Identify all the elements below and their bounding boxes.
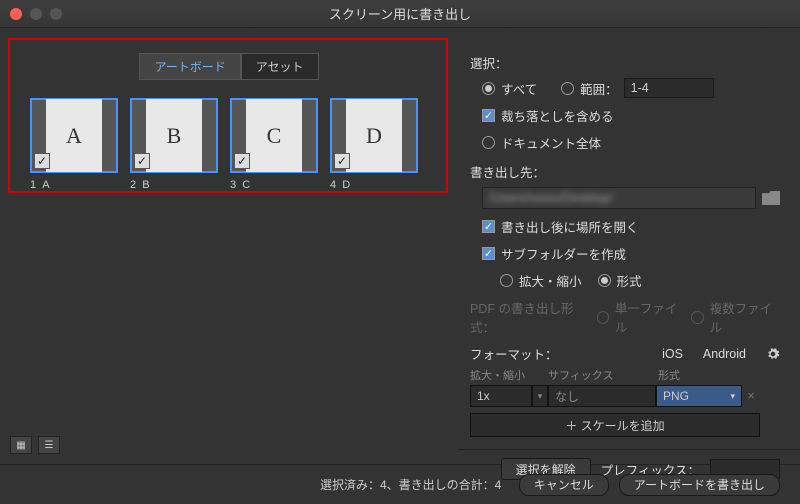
scale-dropdown[interactable]: 1x — [470, 385, 532, 407]
preset-ios[interactable]: iOS — [662, 347, 683, 361]
checkbox-subfolder[interactable]: ✓ — [482, 247, 495, 260]
format-label: フォーマット： — [470, 344, 558, 363]
gear-icon[interactable] — [766, 347, 780, 361]
list-view-icon[interactable]: ☰ — [38, 436, 60, 454]
radio-fulldoc[interactable] — [482, 136, 495, 149]
titlebar: スクリーン用に書き出し — [0, 0, 800, 28]
options-panel: 選択： すべて 範囲： 1-4 ✓ 裁ち落としを含める ドキュメント全体 書き出… — [458, 28, 800, 464]
grid-view-icon[interactable]: ▦ — [10, 436, 32, 454]
preset-android[interactable]: Android — [703, 347, 746, 361]
radio-format-mode[interactable] — [598, 274, 611, 287]
checkbox-bleed[interactable]: ✓ — [482, 109, 495, 122]
window-title: スクリーン用に書き出し — [329, 4, 471, 23]
status-text: 選択済み：4、書き出しの合計：4 — [320, 476, 501, 493]
artboard-letter: A — [46, 99, 102, 172]
scale-dropdown-arrow[interactable]: ▾ — [532, 385, 548, 407]
check-icon[interactable]: ✓ — [134, 153, 150, 169]
check-icon[interactable]: ✓ — [34, 153, 50, 169]
minimize-window-icon — [30, 8, 42, 20]
folder-icon[interactable] — [762, 191, 780, 205]
checkbox-open-after[interactable]: ✓ — [482, 220, 495, 233]
pdf-label: PDF の書き出し形式： — [470, 298, 591, 336]
artboard-letter: D — [346, 99, 402, 172]
artboard-letter: C — [246, 99, 302, 172]
export-button[interactable]: アートボードを書き出し — [619, 474, 780, 496]
selection-label: 選択： — [470, 53, 780, 72]
check-icon[interactable]: ✓ — [334, 153, 350, 169]
format-dropdown[interactable]: PNG▾ — [656, 385, 742, 407]
remove-row-icon[interactable]: × — [742, 385, 760, 407]
artboard-letter: B — [146, 99, 202, 172]
radio-all[interactable] — [482, 82, 495, 95]
dest-path[interactable]: /Users/xxxxx/Desktop/ — [482, 187, 756, 209]
radio-range[interactable] — [561, 82, 574, 95]
radio-pdf-multi — [691, 311, 703, 324]
suffix-input[interactable]: なし — [548, 385, 656, 407]
check-icon[interactable]: ✓ — [234, 153, 250, 169]
radio-scale-mode[interactable] — [500, 274, 513, 287]
traffic-lights — [10, 8, 62, 20]
dest-label: 書き出し先： — [470, 162, 780, 181]
zoom-window-icon — [50, 8, 62, 20]
radio-pdf-single — [597, 311, 609, 324]
range-input[interactable]: 1-4 — [624, 78, 714, 98]
add-scale-button[interactable]: ＋ スケールを追加 — [470, 413, 760, 437]
close-window-icon[interactable] — [10, 8, 22, 20]
cancel-button[interactable]: キャンセル — [519, 474, 609, 496]
preview-panel: アートボード アセット A✓ 1 A B✓ 2 B C✓ 3 C D✓ 4 D … — [0, 28, 458, 464]
